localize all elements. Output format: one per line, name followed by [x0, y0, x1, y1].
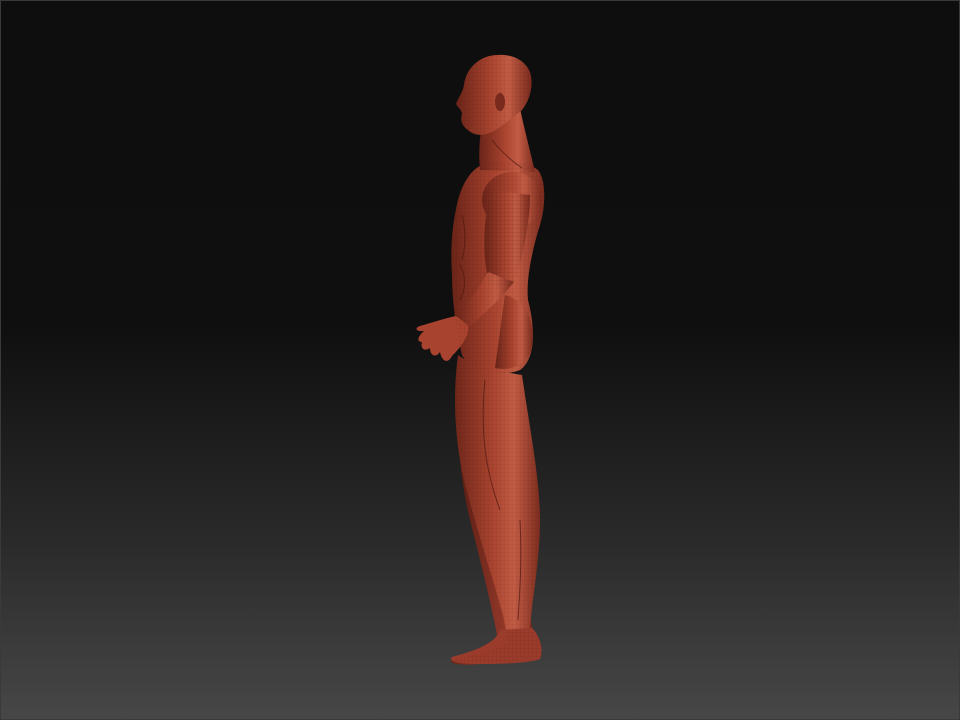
sculpt-model-figure[interactable]: [0, 0, 960, 720]
3d-viewport[interactable]: [0, 0, 960, 720]
figure-body: [416, 54, 545, 665]
